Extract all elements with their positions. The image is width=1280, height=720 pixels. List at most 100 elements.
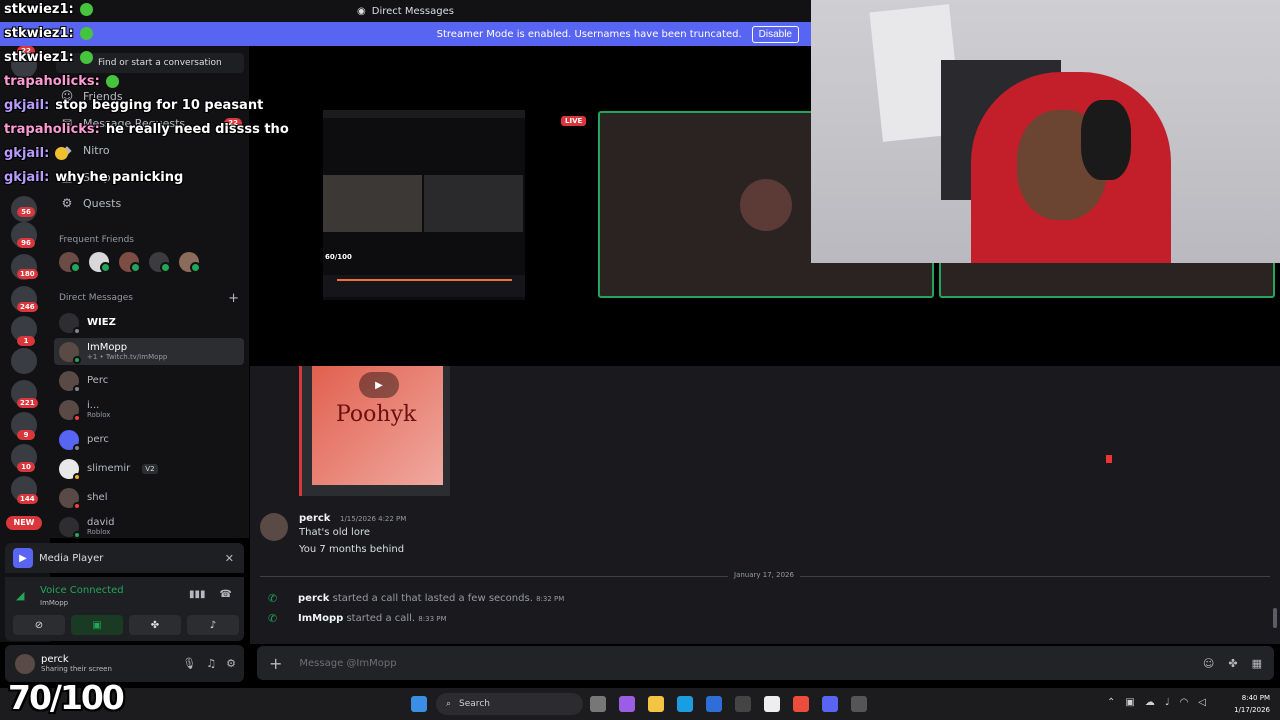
status-indicator — [73, 530, 81, 539]
nav-quests[interactable]: ⚙ Quests — [58, 192, 242, 214]
friend-avatar[interactable] — [59, 252, 81, 273]
dm-item[interactable]: david Roblox — [54, 513, 244, 540]
server-icon[interactable] — [11, 348, 37, 374]
disable-streamer-mode-button[interactable]: Disable — [751, 25, 799, 43]
overlay-text: he really need dissss tho — [105, 122, 289, 137]
media-player-icon: ▶ — [13, 548, 33, 568]
start-area — [411, 696, 427, 712]
message-author[interactable]: perck — [299, 513, 330, 524]
volume-icon[interactable]: ◁ — [1198, 697, 1206, 708]
nav-nitro[interactable]: ◆ Nitro — [58, 139, 242, 161]
windows-start-icon[interactable] — [411, 696, 427, 712]
close-media-player-icon[interactable]: ✕ — [225, 552, 234, 565]
camera-off-icon: ⊘ — [34, 619, 44, 631]
streamer-mode-banner: Streamer Mode is enabled. Usernames have… — [0, 22, 811, 46]
overlay-user: gkjail: — [4, 146, 50, 161]
dm-item-active[interactable]: ImMopp +1 • Twitch.tv/ImMopp — [54, 338, 244, 365]
media-icon[interactable] — [851, 696, 867, 712]
overlay-user: stkwiez1: — [4, 2, 74, 17]
clock-date: 1/17/2026 — [1234, 706, 1270, 714]
message-text: You 7 months behind — [299, 544, 405, 555]
dm-item[interactable]: i... Roblox — [54, 396, 244, 423]
overlay-user: stkwiez1: — [4, 50, 74, 65]
app-icon[interactable] — [764, 696, 780, 712]
wifi-icon[interactable]: ◠ — [1180, 697, 1189, 708]
noise-suppression-icon[interactable]: ▮▮▮ — [189, 589, 206, 600]
system-user[interactable]: perck — [298, 593, 329, 604]
dm-item[interactable]: shel — [54, 484, 244, 511]
gift-icon[interactable]: ▦ — [1252, 657, 1262, 670]
store-icon[interactable] — [706, 696, 722, 712]
dm-activity: Roblox — [87, 411, 111, 419]
create-dm-plus-icon[interactable]: + — [228, 291, 239, 306]
dm-item[interactable]: WIEZ — [54, 309, 244, 336]
mic-icon[interactable]: ♩ — [1165, 697, 1170, 708]
taskbar-clock[interactable]: 8:40 PM 1/17/2026 — [1220, 692, 1270, 716]
system-text: started a call that lasted a few seconds… — [332, 593, 533, 604]
task-view-icon[interactable] — [590, 696, 606, 712]
taskbar-search[interactable]: ⌕ Search — [436, 693, 583, 715]
emote-icon — [79, 3, 93, 16]
voice-channel[interactable]: ImMopp — [40, 599, 68, 607]
streamer-webcam — [811, 0, 1280, 263]
obs-icon[interactable] — [735, 696, 751, 712]
status-indicator — [73, 355, 81, 364]
file-explorer-icon[interactable] — [648, 696, 664, 712]
mini-progress-bar — [337, 279, 512, 281]
copilot-icon[interactable] — [619, 696, 635, 712]
avatar — [59, 458, 81, 481]
dm-section-title: Direct Messages — [59, 293, 133, 303]
new-servers-badge[interactable]: NEW — [6, 516, 42, 530]
user-avatar[interactable] — [15, 653, 35, 674]
emote-icon — [79, 51, 93, 64]
voice-status: Voice Connected — [40, 585, 124, 596]
nav-label: Quests — [83, 196, 122, 210]
chevron-up-icon[interactable]: ⌃ — [1107, 697, 1115, 708]
server-badge: 9 — [17, 430, 35, 440]
activities-button[interactable]: ✤ — [129, 615, 181, 635]
microphone-icon[interactable]: 🎙︎ — [182, 657, 196, 670]
overlay-user: stkwiez1: — [4, 26, 74, 41]
call-system-message: ✆ ImMopp started a call. 8:33 PM — [268, 612, 447, 625]
headphones-icon[interactable]: ♫ — [206, 657, 216, 670]
friend-avatar[interactable] — [89, 252, 111, 273]
status-indicator — [73, 413, 81, 422]
message-avatar[interactable] — [260, 513, 288, 541]
friend-avatar[interactable] — [179, 252, 201, 273]
edge-icon[interactable] — [677, 696, 693, 712]
dm-item[interactable]: slimemir V2 — [54, 455, 244, 482]
overlay-user: gkjail: — [4, 170, 50, 185]
apps-icon[interactable]: ✤ — [1228, 657, 1237, 670]
tray-app-icon[interactable]: ▣ — [1125, 697, 1134, 708]
friend-avatar[interactable] — [149, 252, 171, 273]
play-icon[interactable]: ▶ — [359, 372, 399, 398]
taskbar-apps — [590, 696, 867, 712]
camera-off-button[interactable]: ⊘ — [13, 615, 65, 635]
message-list: Poohyk ▶ perck 1/15/2026 4:22 PM That's … — [250, 366, 1280, 644]
soundboard-button[interactable]: ♪ — [187, 615, 239, 635]
friend-avatar[interactable] — [119, 252, 141, 273]
media-player-panel[interactable]: ▶ Media Player ✕ — [5, 543, 244, 573]
screen-share-button[interactable]: ▣ — [71, 615, 123, 635]
dm-sidebar: Find or start a conversation ☺ Friends ✉… — [50, 46, 249, 540]
avatar — [59, 370, 81, 393]
status-indicator — [73, 384, 81, 393]
discord-icon[interactable] — [822, 696, 838, 712]
mouse-cursor — [1106, 455, 1112, 463]
system-user[interactable]: ImMopp — [298, 613, 343, 624]
emoji-icon[interactable]: ☺ — [1203, 657, 1214, 670]
status-indicator — [73, 326, 81, 335]
attach-plus-icon[interactable]: + — [269, 654, 282, 673]
shared-screen-preview[interactable]: 60/100 — [323, 110, 525, 300]
settings-gear-icon[interactable]: ⚙ — [226, 657, 236, 670]
dm-item[interactable]: Perc — [54, 367, 244, 394]
windows-taskbar: ⌕ Search ⌃ ▣ ☁ ♩ ◠ ◁ 8:40 PM 1/17/2026 — [0, 688, 1280, 720]
dm-item[interactable]: perc — [54, 426, 244, 453]
scrollbar-thumb[interactable] — [1273, 608, 1277, 628]
chrome-icon[interactable] — [793, 696, 809, 712]
disconnect-icon[interactable]: ☎ — [220, 589, 232, 600]
video-embed[interactable]: Poohyk ▶ — [299, 366, 450, 496]
message-input[interactable] — [299, 657, 1100, 669]
avatar — [59, 487, 81, 510]
onedrive-icon[interactable]: ☁ — [1145, 697, 1155, 708]
